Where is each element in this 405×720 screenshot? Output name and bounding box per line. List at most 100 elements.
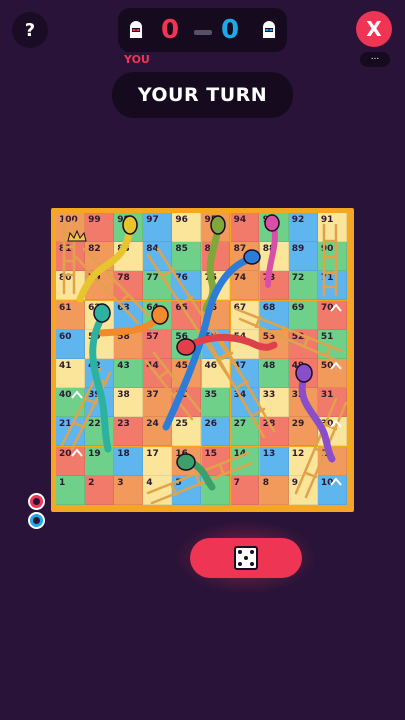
board-cell-80: 80	[56, 271, 85, 301]
help-button[interactable]: ?	[12, 12, 48, 48]
board-cell-1: 1	[56, 475, 85, 505]
board-cell-55: 55	[201, 329, 231, 359]
board-cell-47: 47	[230, 359, 260, 388]
board-cell-40: 40	[56, 388, 85, 418]
board-cell-68: 68	[259, 300, 289, 330]
board-cell-72: 72	[288, 271, 318, 301]
cell-number: 85	[175, 244, 188, 255]
cell-number: 54	[233, 331, 247, 342]
turn-banner: YOUR TURN	[112, 72, 293, 118]
board-cell-85: 85	[172, 242, 202, 272]
board-cell-97: 97	[143, 213, 173, 242]
more-label: ...	[370, 52, 380, 62]
cell-number: 53	[262, 331, 276, 342]
cell-number: 11	[320, 448, 334, 459]
cell-number: 20	[59, 448, 72, 459]
cell-number: 39	[88, 390, 101, 401]
cell-number: 80	[59, 273, 72, 284]
cell-number: 4	[146, 477, 153, 488]
board-cell-67: 67	[230, 300, 260, 330]
board-cell-90: 90	[317, 242, 347, 272]
cell-number: 18	[117, 448, 130, 459]
cell-number: 64	[146, 302, 159, 313]
board-cell-59: 59	[85, 329, 114, 359]
board-cell-78: 78	[114, 271, 144, 301]
board-cell-71: 71	[317, 271, 347, 301]
board-cell-95: 95	[201, 213, 231, 242]
cell-number: 7	[233, 477, 240, 488]
board-cell-54: 54	[230, 329, 260, 359]
board-cell-17: 17	[143, 446, 173, 476]
board-cell-4: 4	[143, 475, 173, 505]
board-cell-10: 10	[317, 475, 347, 505]
board-cell-18: 18	[114, 446, 144, 476]
board-cell-5: 5	[172, 475, 202, 505]
cell-number: 74	[233, 273, 247, 284]
board-cell-48: 48	[259, 359, 289, 388]
cell-number: 72	[291, 273, 305, 284]
cell-number: 82	[88, 244, 101, 255]
cell-number: 25	[175, 419, 188, 430]
board-cell-84: 84	[143, 242, 173, 272]
close-label: X	[366, 17, 382, 41]
cell-number: 90	[320, 244, 334, 255]
score-panel: 0 0	[118, 8, 287, 52]
cell-number: 45	[175, 361, 188, 371]
roll-dice-button[interactable]	[190, 538, 302, 578]
cell-number: 46	[204, 361, 218, 371]
cell-number: 22	[88, 419, 101, 430]
board-cell-74: 74	[230, 271, 260, 301]
you-label: YOU	[124, 53, 150, 66]
board-cell-39: 39	[85, 388, 114, 418]
board-cell-65: 65	[172, 300, 202, 330]
cell-number: 79	[88, 273, 101, 284]
board-cell-56: 56	[172, 329, 202, 359]
board-cell-37: 37	[143, 388, 173, 418]
cell-number: 52	[291, 331, 305, 342]
board-cell-7: 7	[230, 475, 260, 505]
cell-number: 15	[204, 448, 218, 459]
board-cell-61: 61	[56, 300, 85, 330]
cell-number: 44	[146, 361, 159, 371]
board-cell-9: 9	[288, 475, 318, 505]
help-label: ?	[24, 19, 36, 41]
more-options-button[interactable]: ...	[360, 52, 390, 67]
board-cell-22: 22	[85, 417, 114, 447]
opponent-score: 0	[221, 15, 240, 45]
cell-number: 30	[320, 419, 334, 430]
cell-number: 68	[262, 302, 276, 313]
board-cell-27: 27	[230, 417, 260, 447]
board-cell-35: 35	[201, 388, 231, 418]
cell-number: 76	[175, 273, 188, 284]
board-cell-73: 73	[259, 271, 289, 301]
game-board[interactable]: 100 99 98 97 96 95 94 93 92 91 81 82 83 84 85 86 87 88 89 9…	[56, 213, 347, 505]
board-cell-89: 89	[288, 242, 318, 272]
board-cell-30: 30	[317, 417, 347, 447]
cell-number: 17	[146, 448, 159, 459]
cell-number: 9	[291, 477, 299, 488]
board-cell-3: 3	[114, 475, 144, 505]
cell-number: 77	[146, 273, 159, 284]
cell-number: 27	[233, 419, 247, 430]
board-cell-69: 69	[288, 300, 318, 330]
cell-number: 96	[175, 215, 188, 225]
board-cell-98: 98	[114, 213, 144, 242]
board-cell-64: 64	[143, 300, 173, 330]
board-cell-46: 46	[201, 359, 231, 388]
board-cell-28: 28	[259, 417, 289, 447]
score-separator	[194, 30, 212, 35]
cell-number: 32	[291, 390, 305, 401]
board-cell-58: 58	[114, 329, 144, 359]
cell-number: 78	[117, 273, 130, 284]
cell-number: 58	[117, 331, 130, 342]
board-cell-91: 91	[317, 213, 347, 242]
cell-number: 95	[204, 215, 218, 225]
cell-number: 98	[117, 215, 130, 225]
board-cell-76: 76	[172, 271, 202, 301]
board-cell-52: 52	[288, 329, 318, 359]
cell-number: 48	[262, 361, 276, 371]
cell-number: 12	[291, 448, 305, 459]
cell-number: 93	[262, 215, 276, 225]
cell-number: 94	[233, 215, 247, 225]
close-button[interactable]: X	[356, 11, 392, 47]
